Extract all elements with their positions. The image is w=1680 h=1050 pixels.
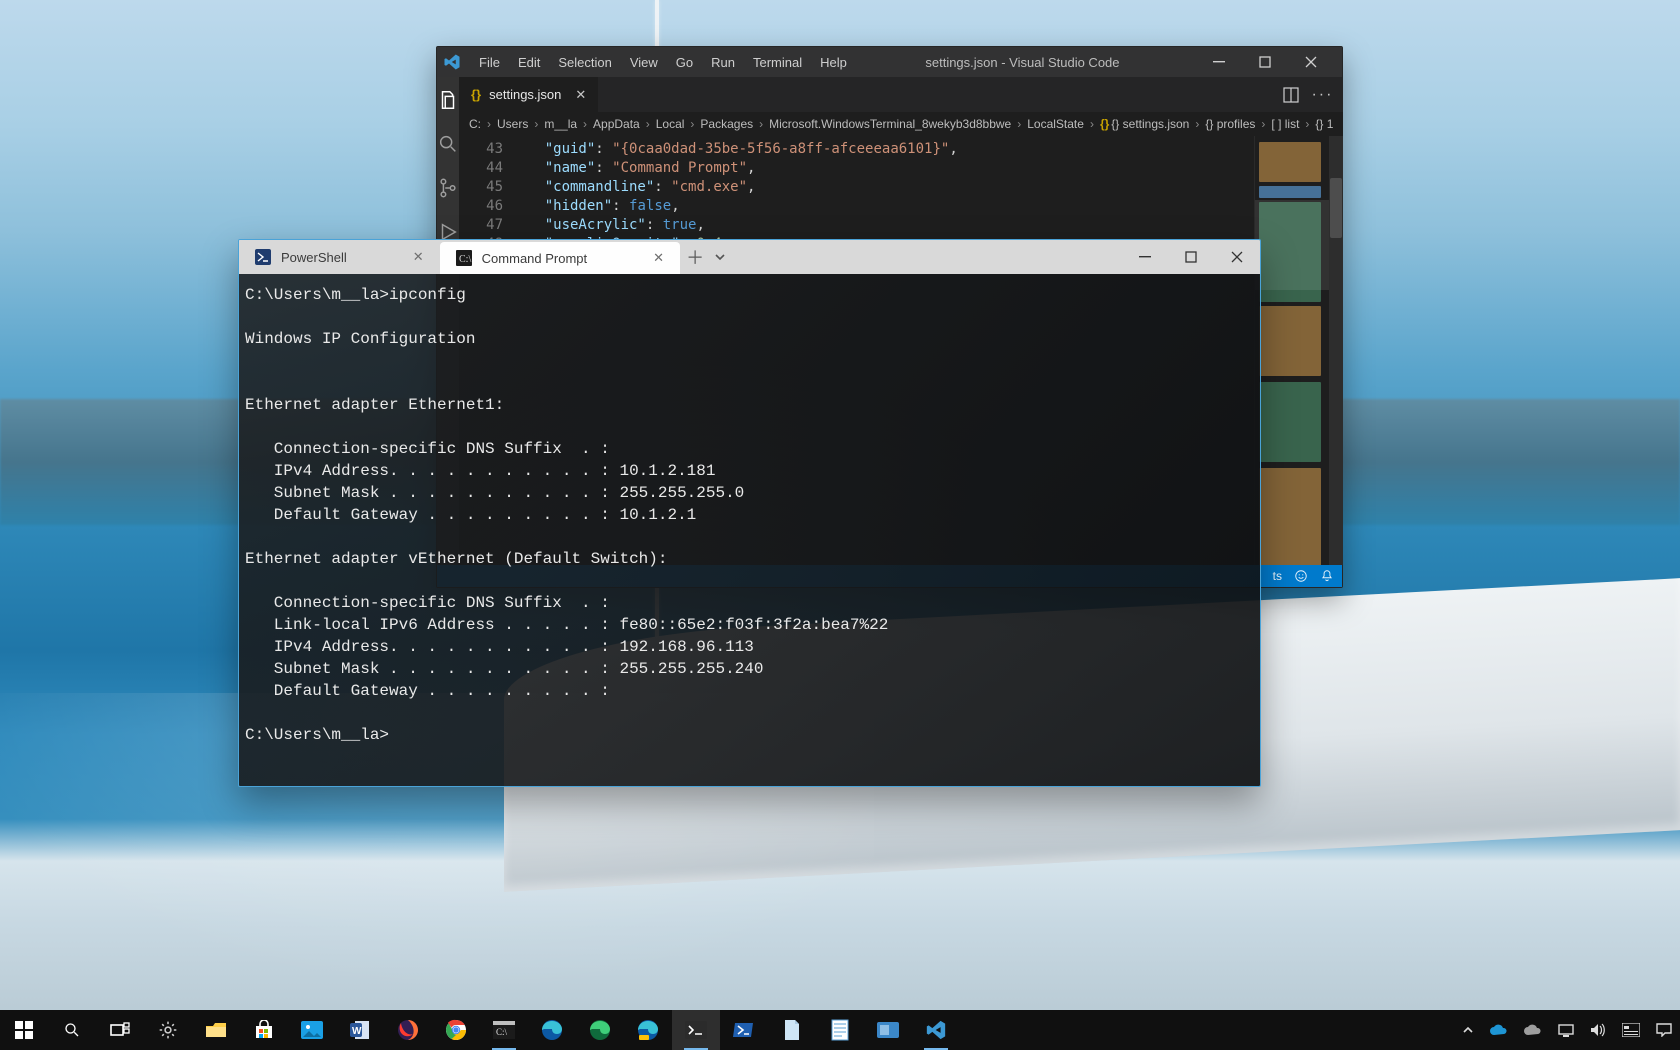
close-button[interactable] (1214, 240, 1260, 274)
taskbar-edge-dev[interactable] (528, 1010, 576, 1050)
network-icon[interactable] (1558, 1023, 1574, 1037)
svg-text:W: W (352, 1026, 362, 1037)
menu-help[interactable]: Help (818, 53, 849, 72)
menu-file[interactable]: File (477, 53, 502, 72)
terminal-titlebar[interactable]: PowerShell ✕ C:\ Command Prompt ✕ ＋ (239, 240, 1260, 274)
menu-terminal[interactable]: Terminal (751, 53, 804, 72)
breadcrumb-seg[interactable]: Microsoft.WindowsTerminal_8wekyb3d8bbwe (769, 117, 1011, 131)
json-braces-icon: {} (1100, 117, 1109, 131)
vscode-titlebar[interactable]: File Edit Selection View Go Run Terminal… (437, 47, 1342, 77)
tab-actions: ＋ (680, 240, 732, 274)
split-editor-icon[interactable] (1283, 87, 1299, 103)
search-button[interactable] (48, 1010, 96, 1050)
breadcrumb-seg[interactable]: Users (497, 117, 528, 131)
terminal-body[interactable]: C:\Users\m__la>ipconfig Windows IP Confi… (239, 274, 1260, 786)
svg-text:C:\: C:\ (459, 254, 471, 265)
breadcrumb-seg[interactable]: m__la (544, 117, 577, 131)
taskbar-windows-terminal[interactable] (672, 1010, 720, 1050)
taskbar-cmd[interactable]: C:\ (480, 1010, 528, 1050)
breadcrumb-seg[interactable]: C: (469, 117, 481, 131)
tab-label: PowerShell (281, 250, 347, 265)
json-braces-icon: {} (471, 87, 481, 102)
taskbar-vscode[interactable] (912, 1010, 960, 1050)
taskbar-edge-canary[interactable] (576, 1010, 624, 1050)
tab-label: settings.json (489, 87, 561, 102)
onedrive-icon[interactable] (1490, 1024, 1508, 1036)
minimap-viewport[interactable] (1255, 200, 1329, 290)
taskbar-chrome[interactable] (432, 1010, 480, 1050)
menu-edit[interactable]: Edit (516, 53, 542, 72)
taskbar-photos[interactable] (288, 1010, 336, 1050)
system-tray (1454, 1023, 1680, 1037)
action-center-icon[interactable] (1656, 1023, 1672, 1037)
scrollbar-thumb[interactable] (1330, 178, 1342, 238)
task-view-button[interactable] (96, 1010, 144, 1050)
menu-run[interactable]: Run (709, 53, 737, 72)
taskbar: W C:\ (0, 1010, 1680, 1050)
breadcrumb-seg[interactable]: {} 1 (1315, 117, 1333, 131)
minimize-button[interactable] (1196, 47, 1242, 77)
maximize-button[interactable] (1242, 47, 1288, 77)
editor-tabs: {} settings.json ✕ ··· (459, 77, 1343, 112)
menu-view[interactable]: View (628, 53, 660, 72)
cmd-icon: C:\ (456, 250, 472, 266)
language-icon[interactable] (1622, 1023, 1640, 1037)
breadcrumb-seg[interactable]: Packages (700, 117, 753, 131)
taskbar-left: W C:\ (0, 1010, 960, 1050)
taskbar-firefox[interactable] (384, 1010, 432, 1050)
close-tab-icon[interactable]: ✕ (413, 249, 424, 265)
maximize-button[interactable] (1168, 240, 1214, 274)
bell-icon[interactable] (1320, 569, 1334, 583)
minimap[interactable] (1254, 136, 1343, 565)
taskbar-generic-doc[interactable] (768, 1010, 816, 1050)
powershell-icon (255, 249, 271, 265)
taskbar-powershell[interactable] (720, 1010, 768, 1050)
taskbar-file-explorer[interactable] (192, 1010, 240, 1050)
onedrive-icon-2[interactable] (1524, 1024, 1542, 1036)
windows-terminal-window: PowerShell ✕ C:\ Command Prompt ✕ ＋ C:\U… (238, 239, 1261, 787)
breadcrumb[interactable]: C:› Users› m__la› AppData› Local› Packag… (459, 112, 1343, 136)
menu-go[interactable]: Go (674, 53, 695, 72)
close-button[interactable] (1288, 47, 1334, 77)
feedback-icon[interactable] (1294, 569, 1308, 583)
svg-text:C:\: C:\ (496, 1027, 508, 1037)
start-button[interactable] (0, 1010, 48, 1050)
taskbar-store[interactable] (240, 1010, 288, 1050)
vscode-window-controls (1196, 47, 1334, 77)
tab-label: Command Prompt (482, 251, 587, 266)
vscode-title: settings.json - Visual Studio Code (865, 55, 1180, 70)
tab-powershell[interactable]: PowerShell ✕ (239, 240, 440, 274)
minimize-button[interactable] (1122, 240, 1168, 274)
taskbar-notepad[interactable] (816, 1010, 864, 1050)
taskbar-edge-beta[interactable] (624, 1010, 672, 1050)
tray-overflow-icon[interactable] (1462, 1024, 1474, 1036)
tab-settings-json[interactable]: {} settings.json ✕ (459, 77, 599, 112)
terminal-output[interactable]: C:\Users\m__la>ipconfig Windows IP Confi… (239, 274, 1260, 746)
status-lang[interactable]: ts (1273, 569, 1282, 583)
breadcrumb-seg[interactable]: {} settings.json (1111, 117, 1189, 131)
breadcrumb-seg[interactable]: Local (656, 117, 685, 131)
breadcrumb-seg[interactable]: LocalState (1027, 117, 1084, 131)
taskbar-word[interactable]: W (336, 1010, 384, 1050)
volume-icon[interactable] (1590, 1023, 1606, 1037)
close-tab-icon[interactable]: ✕ (575, 87, 586, 103)
taskbar-generic-app[interactable] (864, 1010, 912, 1050)
taskbar-settings[interactable] (144, 1010, 192, 1050)
search-icon[interactable] (437, 133, 459, 155)
new-tab-button[interactable]: ＋ (686, 244, 704, 270)
explorer-icon[interactable] (437, 89, 459, 111)
tab-command-prompt[interactable]: C:\ Command Prompt ✕ (440, 242, 680, 274)
breadcrumb-seg[interactable]: AppData (593, 117, 640, 131)
breadcrumb-seg[interactable]: {} profiles (1205, 117, 1255, 131)
tab-dropdown-button[interactable] (714, 251, 726, 263)
menu-selection[interactable]: Selection (556, 53, 613, 72)
breadcrumb-seg[interactable]: [ ] list (1271, 117, 1299, 131)
close-tab-icon[interactable]: ✕ (653, 250, 664, 266)
more-actions-icon[interactable]: ··· (1311, 86, 1333, 104)
vscode-logo-icon (443, 53, 461, 71)
vscode-menu: File Edit Selection View Go Run Terminal… (477, 53, 849, 72)
source-control-icon[interactable] (437, 177, 459, 199)
terminal-window-controls (1122, 240, 1260, 274)
